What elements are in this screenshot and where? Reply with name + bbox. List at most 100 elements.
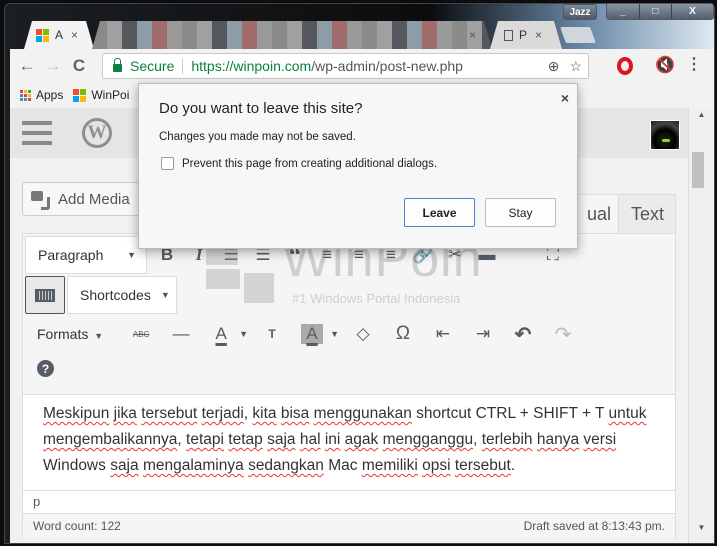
browser-toolbar: ← → C Secure https://winpoin.com/wp-admi… [10, 49, 714, 82]
microsoft-icon [73, 88, 87, 102]
bookmark-label: WinPoi [91, 88, 130, 102]
outdent-button[interactable]: ⇤ [427, 318, 459, 350]
tab-close-icon[interactable]: × [71, 28, 78, 42]
post-editor: Paragraph ▼ B I ☰ ☰ “ ≡ ≡ ≡ 🔗 ✂ ▬ ⛶ Short… [22, 233, 676, 538]
special-character-button[interactable]: Ω [387, 318, 419, 350]
bookmark-apps[interactable]: Apps [20, 88, 63, 102]
close-window-button[interactable]: X [672, 4, 713, 19]
secure-label[interactable]: Secure [130, 58, 184, 74]
maximize-button[interactable]: □ [639, 4, 673, 19]
prevent-dialogs-option[interactable]: Prevent this page from creating addition… [161, 157, 437, 170]
misspelled-word: memiliki [361, 457, 418, 474]
misspelled-word: tetap [228, 431, 263, 448]
new-tab-button[interactable] [560, 27, 596, 43]
misspelled-word: saja [110, 457, 139, 474]
scroll-thumb[interactable] [692, 152, 704, 188]
user-profile-badge[interactable]: Jazz [563, 4, 597, 20]
forward-button[interactable]: → [40, 56, 66, 76]
scroll-down-arrow-icon[interactable]: ▼ [689, 523, 714, 539]
editor-status-bar: Word count: 122 Draft saved at 8:13:43 p… [23, 513, 675, 538]
misspelled-word: menggunakan [313, 405, 412, 422]
bookmark-label: Apps [36, 88, 64, 102]
misspelled-word: hanya [536, 431, 580, 448]
draft-status: Draft saved at 8:13:43 pm. [523, 519, 665, 533]
stay-button[interactable]: Stay [485, 198, 556, 227]
horizontal-line-button[interactable]: — [165, 318, 197, 350]
dialog-message: Changes you made may not be saved. [159, 131, 356, 143]
scroll-up-arrow-icon[interactable]: ▲ [689, 110, 714, 126]
content-text: , [473, 431, 482, 448]
wordpress-logo-icon[interactable]: W [82, 118, 112, 148]
tab-third[interactable]: P × [490, 21, 562, 49]
minimize-button[interactable]: _ [607, 4, 640, 19]
clear-formatting-button[interactable]: ◇ [347, 318, 379, 350]
misspelled-word: versi [583, 431, 617, 448]
tab-blurred[interactable]: × [92, 21, 492, 49]
misspelled-word: sedangkan [248, 457, 324, 474]
leave-button[interactable]: Leave [404, 198, 475, 227]
misspelled-word: bisa [280, 405, 310, 422]
microsoft-icon [36, 29, 49, 42]
paste-as-text-button[interactable]: T [256, 318, 288, 350]
prevent-dialogs-label[interactable]: Prevent this page from creating addition… [182, 158, 437, 170]
add-media-button[interactable]: Add Media [22, 182, 142, 216]
user-avatar[interactable] [650, 120, 680, 150]
element-path[interactable]: p [23, 490, 675, 513]
url-host: https://winpoin.com [191, 58, 312, 74]
misspelled-word: mengembalikannya [43, 431, 178, 448]
prevent-dialogs-checkbox[interactable] [161, 157, 174, 170]
format-select[interactable]: Paragraph ▼ [25, 236, 147, 274]
tab-active[interactable]: A × [24, 21, 94, 49]
misspelled-word: agak [344, 431, 379, 448]
url-text[interactable]: https://winpoin.com/wp-admin/post-new.ph… [183, 58, 463, 74]
browser-menu-icon[interactable]: ⋮ [686, 54, 702, 74]
address-bar[interactable]: Secure https://winpoin.com/wp-admin/post… [102, 53, 589, 79]
shortcodes-select[interactable]: Shortcodes ▼ [67, 276, 177, 314]
misspelled-word: tersebut [454, 457, 511, 474]
misspelled-word: kita [252, 405, 277, 422]
misspelled-word: tetapi [186, 431, 224, 448]
content-text: shortcut CTRL + SHIFT + T [411, 405, 609, 422]
text-color-button[interactable]: A [205, 318, 237, 350]
back-button[interactable]: ← [14, 56, 40, 76]
editor-toolbar-row-3: Formats ▼ ABC — A ▼ T A ▼ ◇ Ω ⇤ ⇥ ↶ ↷ [37, 318, 579, 350]
chevron-down-icon[interactable]: ▼ [239, 329, 248, 339]
misspelled-word: Meskipun [43, 405, 110, 422]
media-icon [31, 189, 51, 210]
misspelled-word: mengganggu [382, 431, 474, 448]
misspelled-word: tersebut [141, 405, 198, 422]
strikethrough-button[interactable]: ABC [125, 318, 157, 350]
add-media-label: Add Media [58, 190, 130, 208]
opera-extension-icon[interactable] [617, 57, 633, 75]
misspelled-word: saja [267, 431, 296, 448]
help-button[interactable]: ? [37, 360, 54, 377]
tab-text[interactable]: Text [618, 194, 676, 234]
editor-toolbar-row-2: Shortcodes ▼ [25, 276, 177, 314]
editor-content[interactable]: Meskipun jika tersebut terjadi, kita bis… [23, 394, 675, 490]
toolbar-toggle-button[interactable] [25, 276, 65, 314]
misspelled-word: opsi [422, 457, 451, 474]
zoom-icon[interactable]: ⊕ [548, 58, 560, 75]
window-controls: _ □ X [606, 3, 714, 20]
misspelled-word: untuk [608, 405, 647, 422]
bookmark-winpoin[interactable]: WinPoi [73, 88, 129, 102]
close-icon[interactable]: × [561, 90, 569, 106]
undo-button[interactable]: ↶ [507, 318, 539, 350]
content-text: Windows [43, 457, 111, 474]
indent-button[interactable]: ⇥ [467, 318, 499, 350]
redo-button[interactable]: ↷ [547, 318, 579, 350]
chevron-down-icon[interactable]: ▼ [330, 329, 339, 339]
editor-toolbar-row-4: ? [37, 360, 54, 377]
background-color-button[interactable]: A [301, 324, 323, 344]
formats-menu[interactable]: Formats ▼ [37, 326, 103, 342]
bookmark-star-icon[interactable]: ☆ [569, 58, 582, 75]
reload-button[interactable]: C [66, 56, 92, 76]
tab-close-icon[interactable]: × [535, 28, 542, 42]
hamburger-menu-icon[interactable] [22, 121, 52, 145]
apps-grid-icon [20, 89, 31, 101]
content-text: Mac [323, 457, 362, 474]
page-scrollbar[interactable]: ▲ ▼ [688, 108, 714, 543]
tab-title: P [519, 28, 528, 42]
tab-close-icon[interactable]: × [469, 28, 476, 42]
mute-extension-icon[interactable]: 🔇 [655, 55, 675, 75]
